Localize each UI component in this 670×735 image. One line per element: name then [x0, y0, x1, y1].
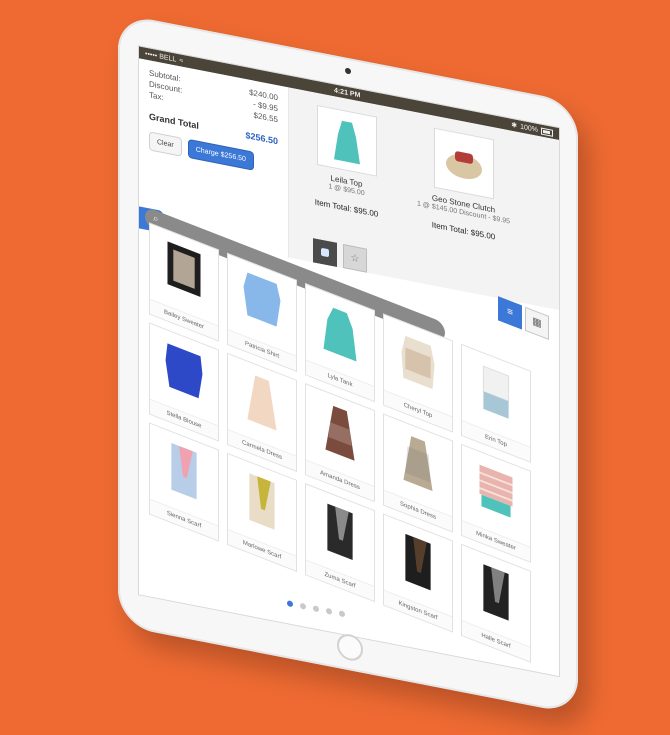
cart-item[interactable]: Leila Top 1 @ $95.00 Item Total: $95.00	[299, 101, 394, 221]
grand-total-label: Grand Total	[149, 111, 199, 132]
product-card[interactable]: Erin Top	[461, 343, 531, 463]
product-card[interactable]: Carmela Dress	[227, 352, 297, 472]
bag-icon	[321, 247, 329, 258]
page-dot[interactable]	[313, 605, 319, 613]
product-card[interactable]: Halle Scarf	[461, 543, 531, 663]
grid-icon: ▦	[532, 315, 542, 331]
cart-item[interactable]: Geo Stone Clutch 1 @ $145.00 Discount - …	[416, 124, 511, 244]
product-card[interactable]: Minka Sweater	[461, 443, 531, 563]
product-card[interactable]: Sophia Dress	[383, 413, 453, 533]
tablet-device: ••••• BELL ≈ 4:21 PM ✱ 100% Subtotal: $2…	[118, 13, 578, 715]
favorites-tab[interactable]: ☆	[343, 244, 367, 273]
page-dot-active[interactable]	[287, 600, 293, 608]
product-card[interactable]: Sienna Scarf	[149, 422, 219, 542]
tax-label: Tax:	[149, 90, 164, 103]
battery-percent: 100%	[520, 122, 538, 134]
clutch-icon	[445, 151, 482, 179]
grand-total-value: $256.50	[245, 130, 278, 147]
cart-item-image	[316, 104, 377, 177]
page-dot[interactable]	[339, 610, 345, 618]
list-icon: ≡	[507, 305, 513, 320]
cart-tab-active[interactable]	[313, 238, 337, 267]
product-card[interactable]: Zuma Scarf	[305, 483, 375, 603]
teal-top-icon	[333, 120, 360, 165]
product-card[interactable]: Marlowe Scarf	[227, 452, 297, 572]
product-card[interactable]: Amanda Dress	[305, 383, 375, 503]
charge-button[interactable]: Charge $256.50	[187, 138, 254, 171]
cart-item-total: Item Total: $95.00	[431, 220, 496, 242]
star-icon: ☆	[350, 251, 360, 265]
product-card[interactable]: Stella Blouse	[149, 322, 219, 442]
page-dot[interactable]	[300, 602, 306, 610]
cart-tabs: ☆	[313, 238, 367, 273]
battery-icon	[540, 127, 553, 137]
page-indicator	[287, 600, 345, 618]
wifi-icon: ≈	[179, 56, 184, 65]
front-camera	[345, 67, 351, 75]
product-card[interactable]: Kingston Scarf	[383, 513, 453, 633]
grid-view-button[interactable]: ▦	[525, 306, 549, 341]
clear-button[interactable]: Clear	[149, 131, 182, 157]
bluetooth-icon: ✱	[511, 121, 518, 130]
page-dot[interactable]	[326, 607, 332, 615]
cart-item-total: Item Total: $95.00	[314, 197, 379, 219]
pos-screen: ••••• BELL ≈ 4:21 PM ✱ 100% Subtotal: $2…	[138, 45, 560, 678]
cart-item-image	[433, 127, 494, 200]
